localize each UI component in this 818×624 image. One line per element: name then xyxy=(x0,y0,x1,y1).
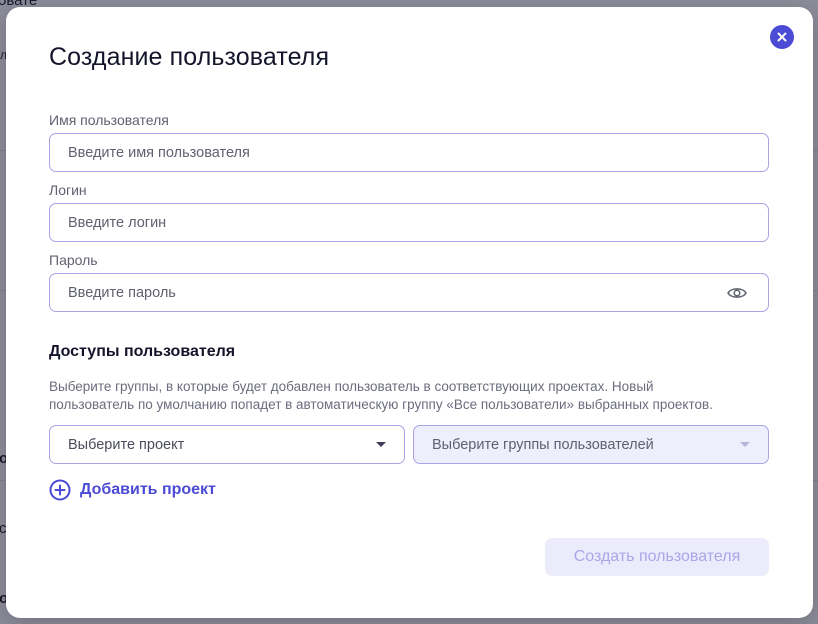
user-groups-select: Выберите группы пользователей xyxy=(413,425,769,464)
project-select[interactable]: Выберите проект xyxy=(49,425,405,464)
login-label: Логин xyxy=(49,182,87,198)
show-password-toggle[interactable] xyxy=(726,282,748,304)
eye-icon xyxy=(727,288,747,298)
project-select-placeholder: Выберите проект xyxy=(68,436,185,453)
create-user-button[interactable]: Создать пользователя xyxy=(545,538,769,576)
modal-title: Создание пользователя xyxy=(49,43,330,71)
chevron-down-icon xyxy=(376,442,386,447)
username-label: Имя пользователя xyxy=(49,112,169,128)
description-line-1: Выберите группы, в которые будет добавле… xyxy=(49,379,654,394)
add-project-label: Добавить проект xyxy=(80,481,216,498)
description-line-2: пользователь по умолчанию попадет в авто… xyxy=(49,397,713,412)
username-input[interactable] xyxy=(49,133,769,172)
close-button[interactable] xyxy=(770,25,794,49)
create-user-modal: Создание пользователя Имя пользователя Л… xyxy=(6,7,813,618)
password-label: Пароль xyxy=(49,252,98,268)
groups-select-placeholder: Выберите группы пользователей xyxy=(432,436,654,453)
password-input[interactable] xyxy=(49,273,769,312)
add-project-button[interactable]: Добавить проект xyxy=(49,479,216,501)
plus-circle-icon xyxy=(49,479,71,501)
close-icon xyxy=(777,32,787,42)
login-input[interactable] xyxy=(49,203,769,242)
chevron-down-icon xyxy=(740,442,750,447)
access-section-description: Выберите группы, в которые будет добавле… xyxy=(49,378,789,414)
access-section-title: Доступы пользователя xyxy=(49,343,236,360)
